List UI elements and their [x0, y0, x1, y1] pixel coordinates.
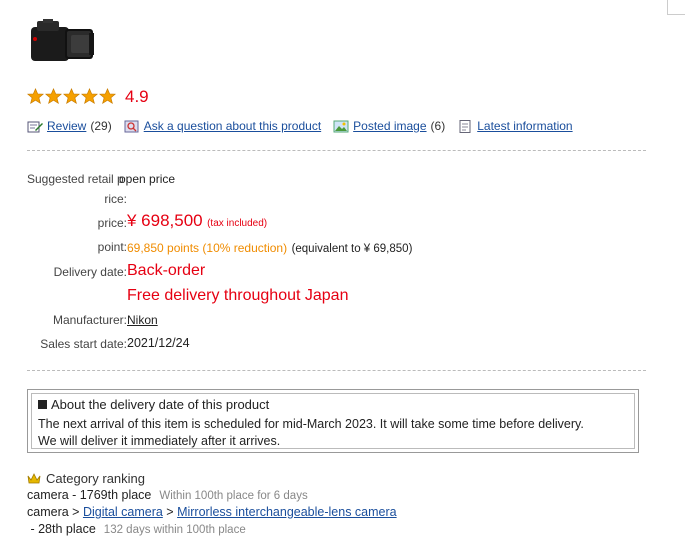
ranking-line-2: camera > Digital camera > Mirrorless int… [27, 505, 397, 519]
delivery-value: Back-order [127, 262, 206, 279]
rating-stars [27, 88, 116, 106]
free-delivery-note: Free delivery throughout Japan [127, 287, 349, 304]
question-item: Ask a question about this product [124, 119, 321, 133]
manufacturer-link[interactable]: Nikon [127, 313, 158, 327]
points-equivalent: (equivalent to ¥ 69,850) [291, 243, 413, 255]
star-icon [27, 88, 44, 105]
points-row: 69,850 points (10% reduction) (equivalen… [127, 239, 412, 257]
star-icon [45, 88, 62, 105]
magnifier-image-icon [124, 120, 139, 132]
manufacturer-label: Manufacturer: [52, 313, 127, 327]
corner-widget [667, 0, 685, 15]
mirrorless-camera-link[interactable]: Mirrorless interchangeable-lens camera [177, 505, 397, 519]
crown-icon [27, 473, 41, 484]
open-price-label: open price [119, 172, 176, 186]
ask-question-link[interactable]: Ask a question about this product [144, 119, 321, 133]
square-bullet-icon [38, 400, 47, 409]
delivery-notice: About the delivery date of this product … [27, 389, 639, 453]
star-icon [81, 88, 98, 105]
tax-note: (tax included) [207, 218, 268, 229]
delivery-label: Delivery date: [53, 265, 127, 279]
ranking-camera-note: Within 100th place for 6 days [159, 490, 308, 502]
notice-frame: About the delivery date of this product … [31, 393, 635, 449]
points-value: 69,850 points (10% reduction) [127, 241, 288, 255]
price-label: price: [97, 216, 127, 230]
pencil-note-icon [27, 121, 43, 132]
star-icon [99, 88, 116, 105]
review-link[interactable]: Review [47, 119, 86, 133]
review-count: (29) [90, 119, 112, 133]
notice-title: About the delivery date of this product [38, 397, 269, 412]
ranking-line-3: - 28th place 132 days within 100th place [27, 522, 246, 536]
rice-label: rice: [104, 192, 127, 206]
digital-camera-link[interactable]: Digital camera [83, 505, 163, 519]
sales-start-label: Sales start date: [40, 337, 127, 351]
point-label: point: [97, 240, 127, 254]
posted-image-link[interactable]: Posted image [353, 119, 426, 133]
latest-info-item: Latest information [457, 119, 573, 133]
ranking-path-sep: > [162, 505, 178, 519]
rating-value: 4.9 [125, 87, 149, 106]
notice-line-2: We will deliver it immediately after it … [38, 434, 281, 448]
ranking-header: Category ranking [27, 471, 145, 486]
latest-info-link[interactable]: Latest information [477, 119, 572, 133]
suggested-retail-label: Suggested retail p [27, 172, 124, 186]
posted-image-item: Posted image (6) [333, 119, 445, 133]
document-icon [459, 119, 471, 133]
notice-line-1: The next arrival of this item is schedul… [38, 417, 584, 431]
divider [27, 370, 646, 371]
star-icon [63, 88, 80, 105]
ranking-title: Category ranking [46, 471, 145, 486]
sales-start-value: 2021/12/24 [127, 336, 190, 350]
price-value: ¥ 698,500 [127, 211, 203, 230]
product-toolbar: Review (29) Ask a question about this pr… [27, 119, 585, 133]
product-image[interactable] [27, 17, 95, 69]
notice-title-text: About the delivery date of this product [51, 397, 270, 412]
ranking-path-prefix: camera > [27, 505, 83, 519]
ranking-sub-note: 132 days within 100th place [103, 524, 246, 536]
review-item: Review (29) [27, 119, 112, 133]
divider [27, 150, 646, 151]
price-row: ¥ 698,500 (tax included) [127, 211, 267, 231]
picture-icon [333, 120, 349, 132]
ranking-camera-place: camera - 1769th place [27, 488, 152, 502]
notice-body: The next arrival of this item is schedul… [38, 416, 638, 450]
ranking-sub-place: - 28th place [27, 522, 96, 536]
posted-image-count: (6) [430, 119, 446, 133]
ranking-line-1: camera - 1769th place Within 100th place … [27, 488, 308, 502]
